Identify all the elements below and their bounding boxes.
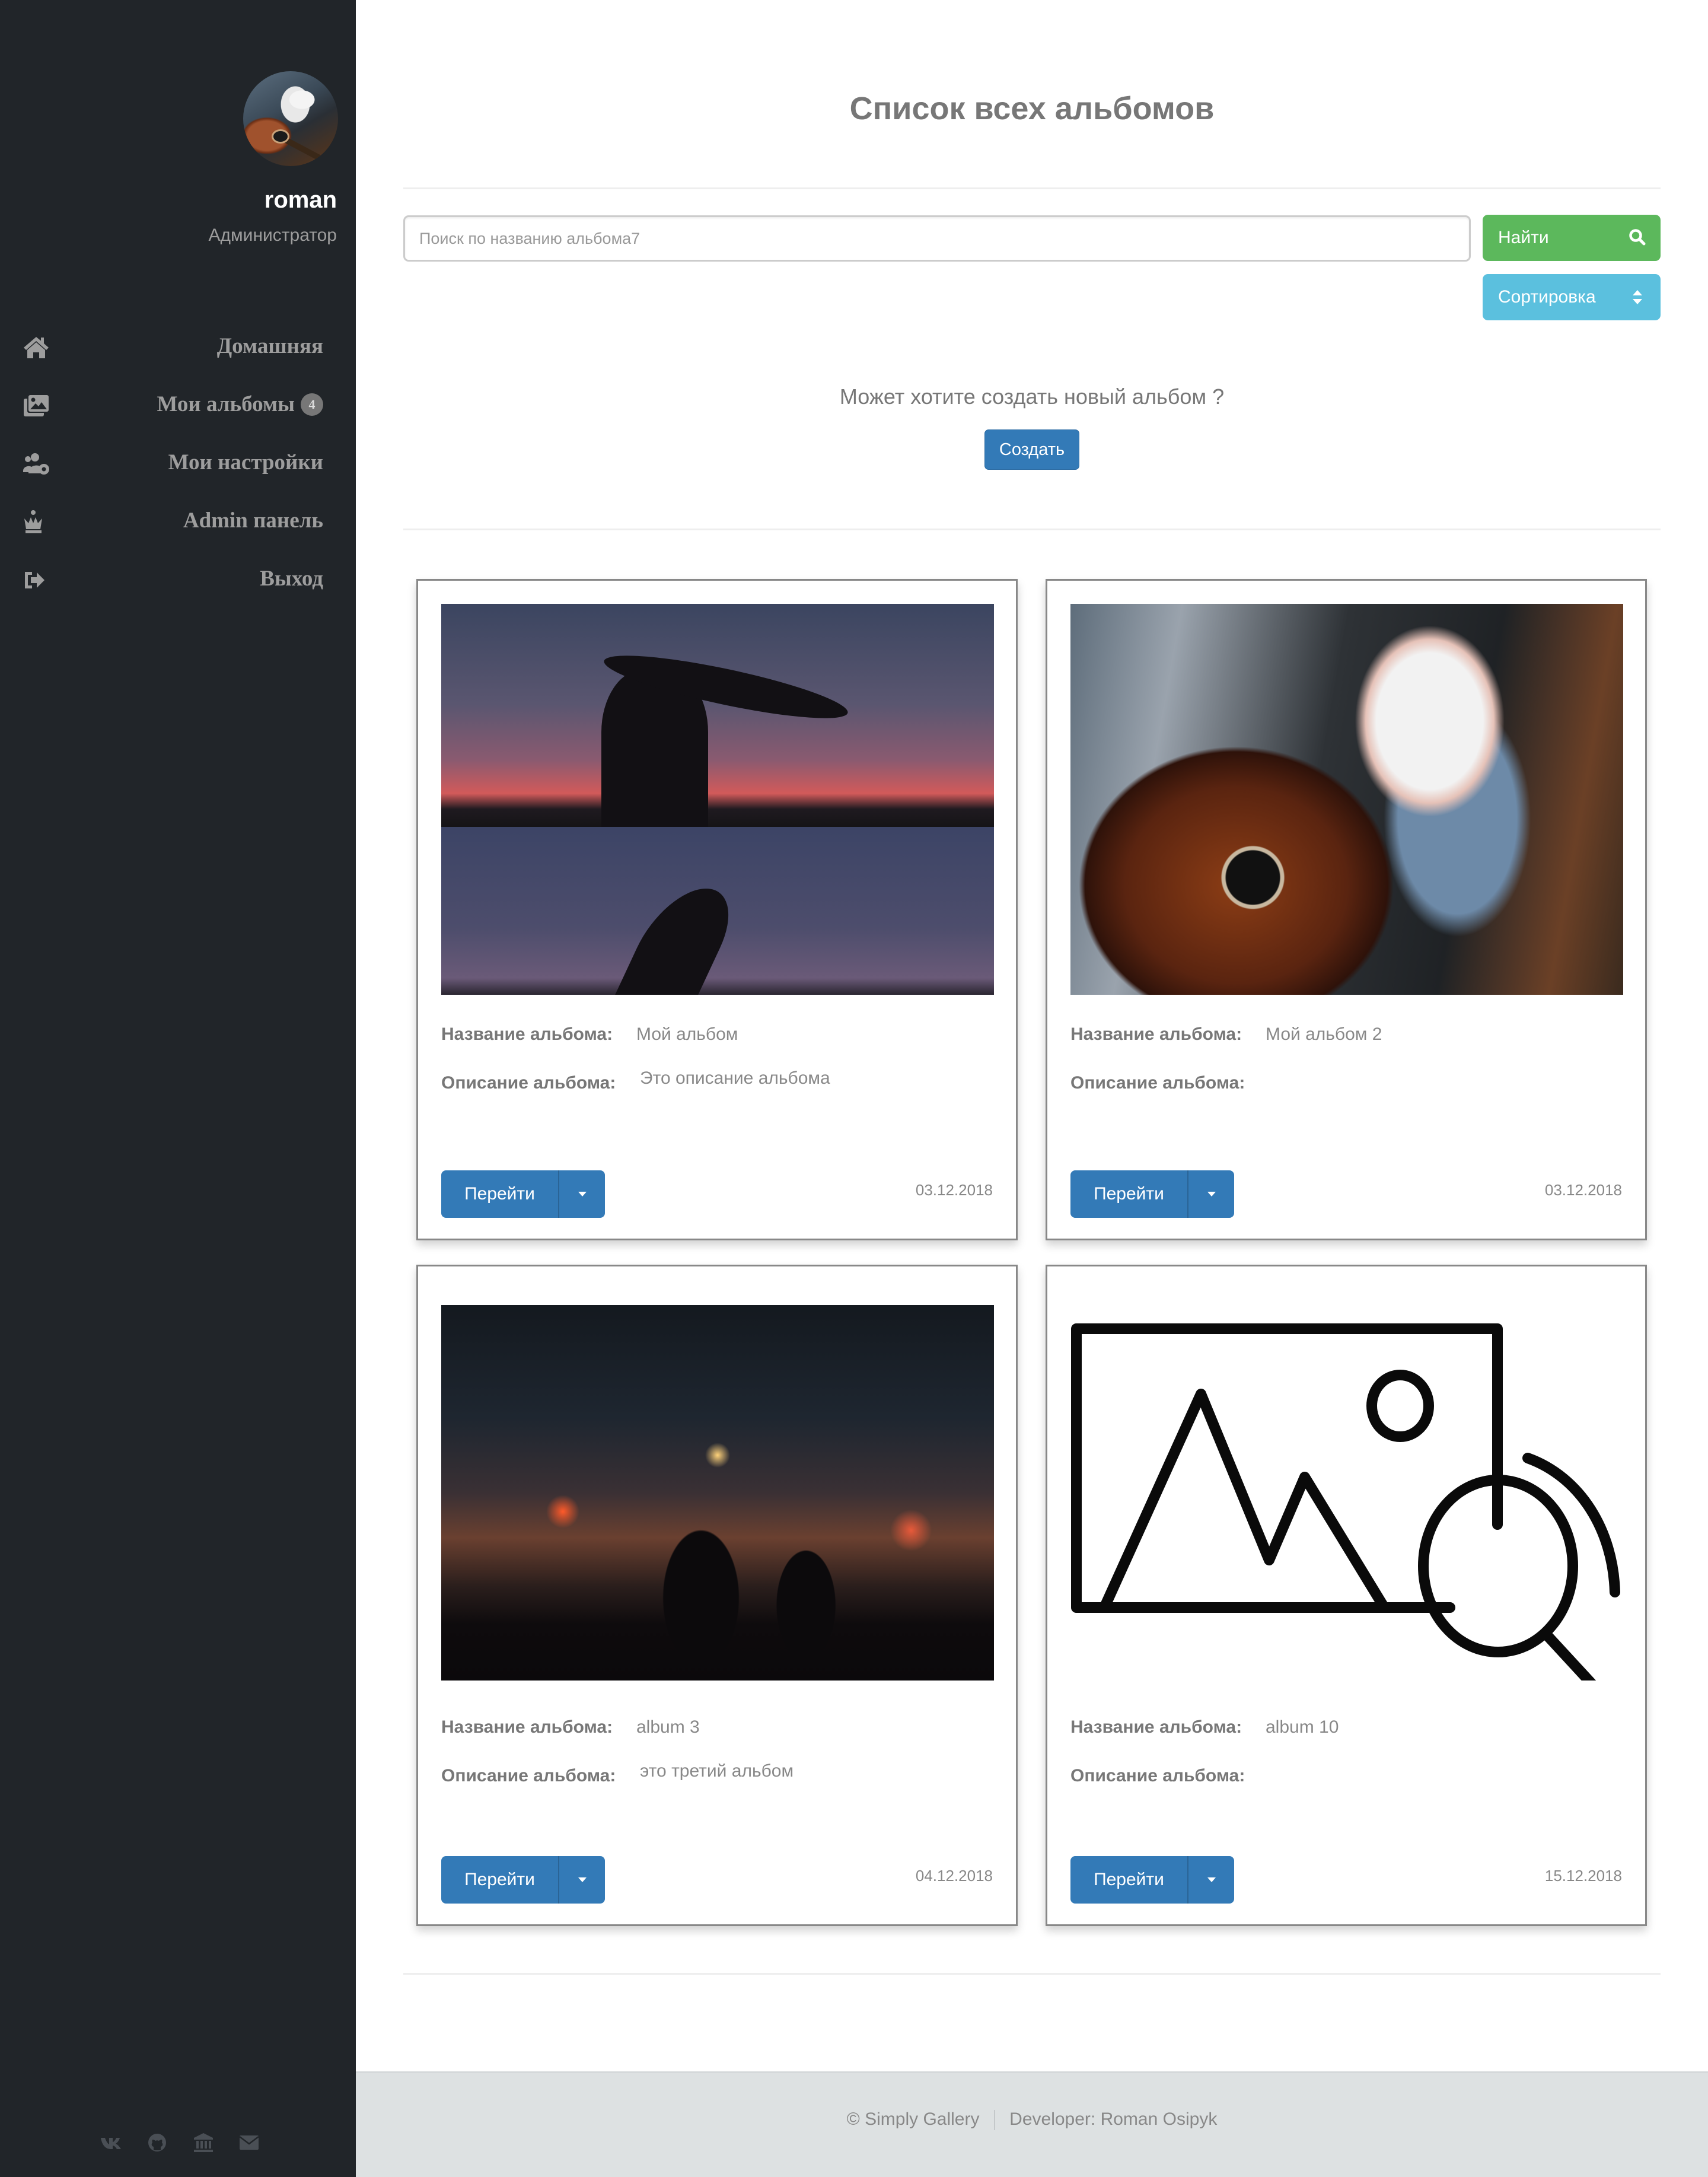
- open-album-button[interactable]: Перейти: [441, 1170, 559, 1218]
- footer-text: © Simply Gallery Developer: Roman Osipyk: [356, 2109, 1708, 2131]
- social-links: [0, 2131, 356, 2157]
- album-description: Это описание альбома: [640, 1068, 830, 1088]
- album-card: Название альбома: Мой альбом Описание ал…: [416, 579, 1018, 1240]
- album-date: 04.12.2018: [915, 1867, 993, 1885]
- search-icon: [1629, 229, 1646, 246]
- find-button[interactable]: Найти: [1483, 215, 1661, 261]
- sidebar-item-label: Мои альбомы 4: [157, 392, 323, 417]
- avatar[interactable]: [243, 71, 338, 166]
- divider: [403, 187, 1661, 189]
- sort-dropdown-label: Сортировка: [1498, 287, 1596, 307]
- divider: [403, 529, 1661, 530]
- user-role: Администратор: [208, 225, 337, 245]
- album-cover-image[interactable]: [441, 604, 994, 995]
- sign-out-icon: [25, 572, 44, 588]
- album-name: Мой альбом: [636, 1024, 738, 1044]
- developer-credit: Developer: Roman Osipyk: [1009, 2109, 1218, 2129]
- album-date: 15.12.2018: [1544, 1867, 1622, 1885]
- album-description-label: Описание альбома:: [441, 1766, 616, 1785]
- album-description-label: Описание альбома:: [1070, 1073, 1245, 1093]
- album-options-dropdown-toggle[interactable]: [1188, 1170, 1234, 1218]
- footer: © Simply Gallery Developer: Roman Osipyk: [356, 2071, 1708, 2177]
- sidebar-item-label: Выход: [260, 566, 323, 591]
- find-button-label: Найти: [1498, 228, 1549, 247]
- album-description-label: Описание альбома:: [1070, 1766, 1245, 1785]
- album-name: album 3: [636, 1717, 700, 1737]
- album-card: Название альбома: album 10 Описание альб…: [1046, 1265, 1647, 1926]
- album-date: 03.12.2018: [1544, 1181, 1622, 1199]
- sidebar-item-home[interactable]: Домашняя: [0, 320, 356, 378]
- album-cover-image[interactable]: [441, 1305, 994, 1681]
- album-count-badge: 4: [301, 393, 323, 416]
- users-cog-icon: [23, 453, 49, 475]
- sidebar: roman Администратор Домашняя Мои альбомы…: [0, 0, 356, 2177]
- sidebar-item-label: Мои настройки: [168, 450, 323, 475]
- open-album-button[interactable]: Перейти: [441, 1856, 559, 1904]
- sidebar-item-logout[interactable]: Выход: [0, 553, 356, 611]
- envelope-icon[interactable]: [237, 2131, 261, 2154]
- create-album-button[interactable]: Создать: [984, 429, 1079, 470]
- home-icon: [24, 337, 49, 358]
- images-icon: [24, 395, 49, 416]
- divider: [403, 1973, 1661, 1975]
- album-card: Название альбома: album 3 Описание альбо…: [416, 1265, 1018, 1926]
- create-album-prompt: Может хотите создать новый альбом ?: [839, 384, 1225, 409]
- album-date: 03.12.2018: [915, 1181, 993, 1199]
- sidebar-nav: Домашняя Мои альбомы 4 Мои настройки Adm…: [0, 320, 356, 611]
- album-cover-image[interactable]: [1070, 1305, 1623, 1681]
- github-icon[interactable]: [145, 2131, 169, 2154]
- open-album-button[interactable]: Перейти: [1070, 1170, 1188, 1218]
- album-description: это третий альбом: [640, 1761, 794, 1781]
- sort-dropdown[interactable]: Сортировка: [1483, 274, 1661, 320]
- open-album-split-button: Перейти: [441, 1170, 605, 1218]
- open-album-split-button: Перейти: [441, 1856, 605, 1904]
- album-name-label: Название альбома:: [1070, 1717, 1242, 1737]
- album-name-label: Название альбома:: [441, 1717, 613, 1737]
- album-card: Название альбома: Мой альбом 2 Описание …: [1046, 579, 1647, 1240]
- sort-icon: [1633, 290, 1642, 304]
- album-options-dropdown-toggle[interactable]: [1188, 1856, 1234, 1904]
- chess-queen-icon: [24, 510, 42, 533]
- album-options-dropdown-toggle[interactable]: [559, 1856, 605, 1904]
- album-description-label: Описание альбома:: [441, 1073, 616, 1093]
- copyright: © Simply Gallery: [846, 2109, 980, 2129]
- album-options-dropdown-toggle[interactable]: [559, 1170, 605, 1218]
- sidebar-item-text: Мои альбомы: [157, 392, 295, 416]
- vk-icon[interactable]: [100, 2131, 123, 2154]
- album-name-label: Название альбома:: [441, 1024, 613, 1044]
- no-image-placeholder-icon: [1071, 1323, 1620, 1681]
- album-name: album 10: [1266, 1717, 1339, 1737]
- sidebar-item-label: Домашняя: [216, 334, 323, 358]
- sidebar-item-settings[interactable]: Мои настройки: [0, 437, 356, 495]
- sidebar-item-label: Admin панель: [183, 508, 323, 533]
- open-album-button[interactable]: Перейти: [1070, 1856, 1188, 1904]
- album-cover-image[interactable]: [1070, 604, 1623, 995]
- open-album-split-button: Перейти: [1070, 1170, 1234, 1218]
- sidebar-item-my-albums[interactable]: Мои альбомы 4: [0, 378, 356, 437]
- open-album-split-button: Перейти: [1070, 1856, 1234, 1904]
- page-title: Список всех альбомов: [849, 91, 1215, 126]
- footer-separator: [993, 2110, 995, 2131]
- user-name: roman: [264, 187, 337, 213]
- album-name: Мой альбом 2: [1266, 1024, 1382, 1044]
- album-name-label: Название альбома:: [1070, 1024, 1242, 1044]
- album-search-input[interactable]: [403, 215, 1471, 262]
- sidebar-item-admin[interactable]: Admin панель: [0, 495, 356, 553]
- university-icon[interactable]: [192, 2131, 215, 2154]
